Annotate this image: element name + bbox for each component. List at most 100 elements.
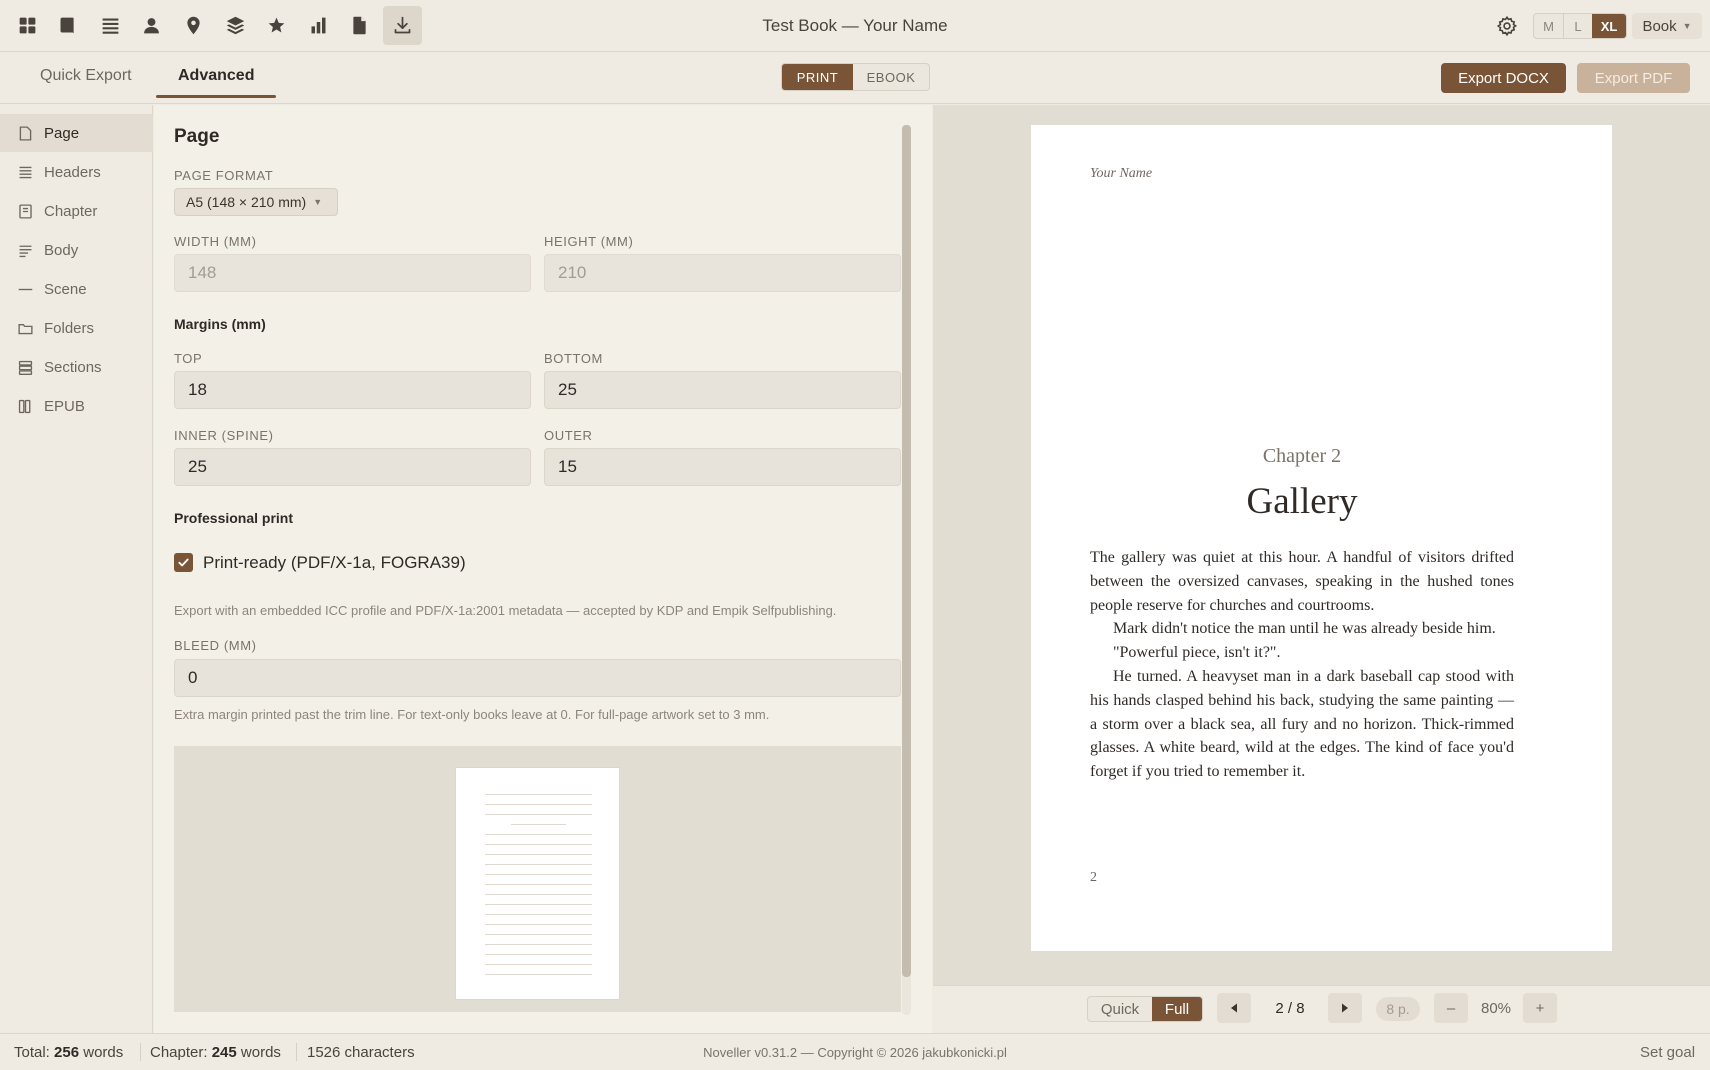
outline-list-icon[interactable] bbox=[91, 6, 130, 45]
sidebar-item-label: Page bbox=[44, 124, 80, 142]
sidebar-item-epub[interactable]: EPUB bbox=[0, 387, 153, 425]
checkmark-icon bbox=[178, 558, 189, 567]
top-margin-label: TOP bbox=[174, 351, 203, 366]
chevron-down-icon: ▼ bbox=[1682, 21, 1692, 31]
page-count-badge: 8 p. bbox=[1376, 997, 1420, 1021]
print-ready-label[interactable]: Print-ready (PDF/X-1a, FOGRA39) bbox=[203, 553, 466, 573]
page-format-select[interactable]: A5 (148 × 210 mm) ▼ bbox=[174, 188, 338, 216]
chapter-icon bbox=[19, 203, 32, 219]
book-menu-dropdown[interactable]: Book ▼ bbox=[1632, 13, 1702, 39]
paragraph: He turned. A heavyset man in a dark base… bbox=[1090, 667, 1514, 781]
sections-icon bbox=[18, 360, 33, 375]
characters-user-icon[interactable] bbox=[132, 6, 171, 45]
settings-scrollbar-thumb[interactable] bbox=[902, 125, 911, 977]
total-word-count: Total: 256 words bbox=[14, 1044, 124, 1061]
document-icon[interactable] bbox=[340, 6, 379, 45]
preview-controls-bar bbox=[933, 985, 1710, 1033]
page-icon bbox=[19, 125, 32, 141]
top-margin-input[interactable]: 18 bbox=[174, 371, 531, 409]
location-pin-icon[interactable] bbox=[174, 6, 213, 45]
preview-full-button[interactable]: Full bbox=[1152, 997, 1202, 1021]
chapter-number: Chapter 2 bbox=[1262, 445, 1342, 467]
bottom-margin-label: BOTTOM bbox=[544, 351, 603, 366]
width-input[interactable]: 148 bbox=[174, 254, 531, 292]
page-format-value: A5 (148 × 210 mm) bbox=[186, 194, 307, 210]
export-pdf-button[interactable]: Export PDF bbox=[1577, 63, 1690, 93]
chevron-down-icon: ▼ bbox=[313, 197, 323, 207]
scene-divider-icon bbox=[18, 288, 33, 290]
sidebar-item-label: Headers bbox=[44, 163, 101, 181]
sidebar-item-label: Scene bbox=[44, 280, 87, 298]
tab-advanced[interactable]: Advanced bbox=[178, 67, 254, 85]
width-label: WIDTH (MM) bbox=[174, 234, 257, 249]
zoom-out-button[interactable]: – bbox=[1434, 993, 1468, 1023]
layers-icon[interactable] bbox=[216, 6, 255, 45]
outer-margin-label: OUTER bbox=[544, 428, 593, 443]
margins-heading: Margins (mm) bbox=[174, 316, 266, 332]
sidebar-item-label: Sections bbox=[44, 358, 102, 376]
mode-print-button[interactable]: PRINT bbox=[782, 64, 853, 90]
preview-mode-toggle: Quick Full bbox=[1087, 996, 1203, 1022]
page-number-folio: 2 bbox=[1090, 870, 1097, 885]
paragraph: The gallery was quiet at this hour. A ha… bbox=[1090, 549, 1514, 614]
statistics-chart-icon[interactable] bbox=[299, 6, 338, 45]
export-download-icon[interactable] bbox=[383, 6, 422, 45]
active-tab-indicator bbox=[156, 95, 276, 98]
zoom-in-button[interactable]: + bbox=[1523, 993, 1557, 1023]
page-indicator: 2 / 8 bbox=[1275, 1000, 1305, 1017]
triangle-left-icon bbox=[1231, 1003, 1237, 1013]
editor-size-toggle: M L XL bbox=[1533, 13, 1627, 39]
settings-sidebar: Page Headers Chapter Body Scene Folders … bbox=[0, 105, 153, 1033]
bleed-input[interactable]: 0 bbox=[174, 659, 901, 697]
sidebar-item-sections[interactable]: Sections bbox=[0, 348, 153, 386]
height-input[interactable]: 210 bbox=[544, 254, 901, 292]
set-goal-button[interactable]: Set goal bbox=[1640, 1044, 1695, 1061]
book-icon[interactable] bbox=[48, 6, 87, 45]
paragraph: Mark didn't notice the man until he was … bbox=[1113, 620, 1496, 638]
professional-print-heading: Professional print bbox=[174, 510, 294, 526]
print-ready-help: Export with an embedded ICC profile and … bbox=[174, 603, 837, 618]
inner-margin-input[interactable]: 25 bbox=[174, 448, 531, 486]
next-page-button[interactable] bbox=[1328, 993, 1362, 1023]
chapter-body-text: The gallery was quiet at this hour. A ha… bbox=[1090, 546, 1514, 784]
settings-gear-icon[interactable] bbox=[1492, 11, 1522, 41]
bleed-help: Extra margin printed past the trim line.… bbox=[174, 707, 770, 722]
status-bar: Total: 256 words Chapter: 245 words 1526… bbox=[0, 1033, 1710, 1070]
tab-quick-export[interactable]: Quick Export bbox=[40, 67, 132, 85]
chapter-title: Gallery bbox=[1246, 481, 1358, 522]
dashboard-icon[interactable] bbox=[8, 6, 47, 45]
output-mode-toggle: PRINT EBOOK bbox=[781, 63, 930, 91]
size-l-button[interactable]: L bbox=[1563, 14, 1592, 38]
body-text-icon bbox=[19, 245, 32, 257]
sidebar-item-scene[interactable]: Scene bbox=[0, 270, 153, 308]
sidebar-item-chapter[interactable]: Chapter bbox=[0, 192, 153, 230]
size-xl-button[interactable]: XL bbox=[1592, 14, 1626, 38]
export-docx-button[interactable]: Export DOCX bbox=[1441, 63, 1566, 93]
bleed-label: BLEED (MM) bbox=[174, 638, 257, 653]
sidebar-item-headers[interactable]: Headers bbox=[0, 153, 153, 191]
sidebar-item-page[interactable]: Page bbox=[0, 114, 153, 152]
chapter-word-count: Chapter: 245 words bbox=[150, 1044, 281, 1061]
size-m-button[interactable]: M bbox=[1534, 14, 1563, 38]
outer-margin-input[interactable]: 15 bbox=[544, 448, 901, 486]
sidebar-item-body[interactable]: Body bbox=[0, 231, 153, 269]
section-title: Page bbox=[174, 126, 220, 147]
page-format-label: PAGE FORMAT bbox=[174, 168, 274, 183]
preview-page bbox=[1031, 125, 1612, 951]
mode-ebook-button[interactable]: EBOOK bbox=[853, 64, 929, 90]
epub-book-icon bbox=[18, 399, 31, 413]
book-menu-label: Book bbox=[1642, 17, 1677, 35]
previous-page-button[interactable] bbox=[1217, 993, 1251, 1023]
print-ready-checkbox[interactable] bbox=[174, 553, 193, 572]
sidebar-item-folders[interactable]: Folders bbox=[0, 309, 153, 347]
preview-quick-button[interactable]: Quick bbox=[1088, 997, 1152, 1021]
star-icon[interactable] bbox=[257, 6, 296, 45]
headers-icon bbox=[19, 166, 32, 178]
bottom-margin-input[interactable]: 25 bbox=[544, 371, 901, 409]
top-toolbar: Test Book — Your Name M L XL Book ▼ bbox=[0, 0, 1710, 52]
sidebar-item-label: Chapter bbox=[44, 202, 98, 220]
character-count: 1526 characters bbox=[307, 1044, 415, 1061]
triangle-right-icon bbox=[1342, 1003, 1348, 1013]
paragraph: "Powerful piece, isn't it?". bbox=[1113, 644, 1281, 662]
sidebar-item-label: Folders bbox=[44, 319, 95, 337]
